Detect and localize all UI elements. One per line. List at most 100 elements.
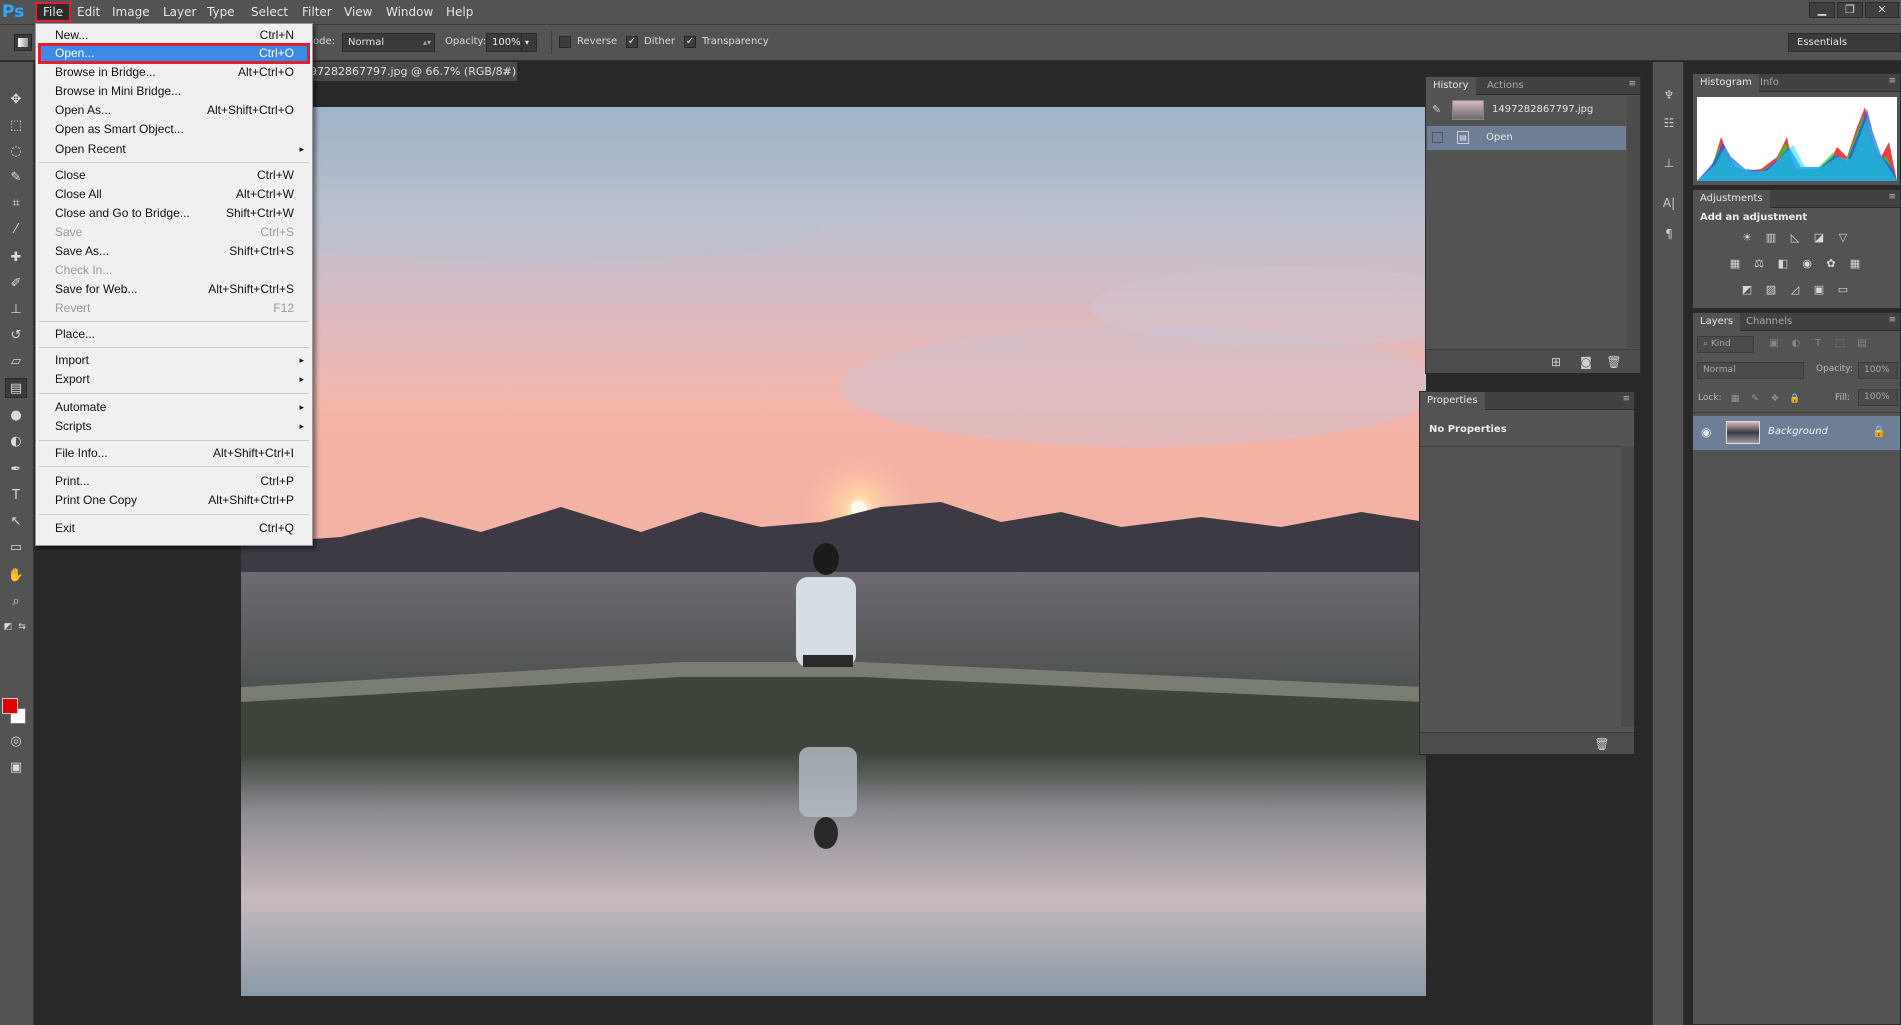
menu-filter[interactable]: Filter: [296, 2, 338, 22]
close-tab-icon[interactable]: ×: [502, 62, 511, 81]
lasso-tool-icon[interactable]: ◌: [5, 142, 27, 162]
default-colors-icon[interactable]: ◩: [2, 617, 14, 637]
selective-color-icon[interactable]: ▣: [1811, 283, 1827, 297]
swap-colors-icon[interactable]: ⇆: [16, 617, 28, 637]
menu-item-export[interactable]: Export ▸: [38, 370, 310, 389]
color-balance-icon[interactable]: ⚖: [1751, 257, 1767, 271]
dodge-tool-icon[interactable]: ◐: [5, 432, 27, 452]
menu-item-scripts[interactable]: Scripts ▸: [38, 417, 310, 436]
menu-item-place[interactable]: Place...: [38, 325, 310, 344]
warning-icon[interactable]: ⚠: [1884, 100, 1894, 113]
camera-icon[interactable]: ◙: [1578, 355, 1594, 369]
curves-icon[interactable]: ◺: [1787, 231, 1803, 245]
trash-icon[interactable]: 🗑: [1606, 355, 1622, 369]
healing-brush-tool-icon[interactable]: ✚: [5, 248, 27, 268]
menu-select[interactable]: Select: [245, 2, 294, 22]
menu-item-save-as[interactable]: Save As... Shift+Ctrl+S: [38, 242, 310, 261]
menu-item-open-recent[interactable]: Open Recent ▸: [38, 140, 310, 159]
pen-tool-icon[interactable]: ✒: [5, 460, 27, 480]
rectangle-tool-icon[interactable]: ▭: [5, 538, 27, 558]
filter-type-icon[interactable]: T: [1811, 337, 1825, 351]
panel-menu-icon[interactable]: ≡: [1888, 76, 1896, 86]
lock-position-icon[interactable]: ✥: [1769, 392, 1781, 406]
lock-pixels-icon[interactable]: ✎: [1749, 392, 1761, 406]
menu-layer[interactable]: Layer: [157, 2, 202, 22]
lock-all-icon[interactable]: 🔒: [1789, 392, 1801, 406]
hand-tool-icon[interactable]: ✋: [5, 566, 27, 586]
menu-item-close-and-go-to-bridge[interactable]: Close and Go to Bridge... Shift+Ctrl+W: [38, 204, 310, 223]
quick-selection-tool-icon[interactable]: ✎: [5, 168, 27, 188]
black-white-icon[interactable]: ◧: [1775, 257, 1791, 271]
tab-layers[interactable]: Layers: [1693, 313, 1741, 331]
clone-source-icon[interactable]: ⊥: [1661, 156, 1677, 170]
screen-mode-icon[interactable]: ▣: [5, 758, 27, 778]
channel-mixer-icon[interactable]: ✿: [1823, 257, 1839, 271]
brush-settings-icon[interactable]: ☷: [1661, 116, 1677, 130]
exposure-icon[interactable]: ◪: [1811, 231, 1827, 245]
menu-item-automate[interactable]: Automate ▸: [38, 398, 310, 417]
invert-icon[interactable]: ◩: [1739, 283, 1755, 297]
menu-item-exit[interactable]: Exit Ctrl+Q: [38, 519, 310, 538]
history-brush-source-icon[interactable]: ✎: [1432, 103, 1441, 117]
layer-name[interactable]: Background: [1768, 426, 1828, 437]
quick-mask-icon[interactable]: ◎: [5, 732, 27, 752]
marquee-tool-icon[interactable]: ⬚: [5, 116, 27, 136]
menu-item-save-for-web[interactable]: Save for Web... Alt+Shift+Ctrl+S: [38, 280, 310, 299]
menu-window[interactable]: Window: [380, 2, 439, 22]
clone-stamp-tool-icon[interactable]: ⊥: [5, 300, 27, 320]
panel-menu-icon[interactable]: ≡: [1628, 79, 1636, 89]
hue-saturation-icon[interactable]: ▦: [1727, 257, 1743, 271]
new-document-from-state-icon[interactable]: ⊞: [1548, 355, 1564, 369]
layer-opacity-field[interactable]: 100%: [1858, 362, 1898, 379]
minimize-icon[interactable]: ▁: [1809, 2, 1835, 18]
menu-item-file-info[interactable]: File Info... Alt+Shift+Ctrl+I: [38, 444, 310, 463]
blur-tool-icon[interactable]: ●: [5, 406, 27, 426]
tab-history[interactable]: History: [1426, 77, 1476, 95]
zoom-tool-icon[interactable]: ⌕: [5, 592, 27, 612]
filter-shape-icon[interactable]: ⬚: [1833, 337, 1847, 351]
menu-item-browse-in-bridge[interactable]: Browse in Bridge... Alt+Ctrl+O: [38, 63, 310, 82]
close-icon[interactable]: ✕: [1865, 2, 1899, 18]
threshold-icon[interactable]: ◿: [1787, 283, 1803, 297]
menu-item-browse-in-mini-bridge[interactable]: Browse in Mini Bridge...: [38, 82, 310, 101]
history-snapshot[interactable]: ✎ 1497282867797.jpg: [1427, 96, 1626, 124]
tab-properties[interactable]: Properties: [1420, 392, 1485, 410]
menu-item-close[interactable]: Close Ctrl+W: [38, 166, 310, 185]
filter-adjustment-icon[interactable]: ◐: [1789, 337, 1803, 351]
lock-transparent-icon[interactable]: ▦: [1729, 392, 1741, 406]
menu-item-close-all[interactable]: Close All Alt+Ctrl+W: [38, 185, 310, 204]
properties-scrollbar[interactable]: [1621, 447, 1634, 727]
menu-image[interactable]: Image: [106, 2, 156, 22]
dither-checkbox[interactable]: ✓: [626, 36, 638, 48]
tab-adjustments[interactable]: Adjustments: [1693, 190, 1770, 208]
vibrance-icon[interactable]: ▽: [1835, 231, 1851, 245]
menu-item-import[interactable]: Import ▸: [38, 351, 310, 370]
menu-item-open-as-smart-object[interactable]: Open as Smart Object...: [38, 120, 310, 139]
filter-pixel-icon[interactable]: ▣: [1767, 337, 1781, 351]
reverse-checkbox[interactable]: [559, 36, 571, 48]
image-canvas[interactable]: [241, 107, 1426, 996]
mode-select[interactable]: Normal ▴▾: [342, 33, 435, 52]
filter-smart-object-icon[interactable]: ▤: [1855, 337, 1869, 351]
tab-actions[interactable]: Actions: [1480, 77, 1531, 95]
brush-presets-icon[interactable]: ♆: [1661, 88, 1677, 102]
layer-row-background[interactable]: ◉ Background 🔒: [1693, 416, 1900, 450]
history-step[interactable]: ▤ Open: [1427, 126, 1626, 150]
path-selection-tool-icon[interactable]: ↖: [5, 512, 27, 532]
brush-tool-icon[interactable]: ✐: [5, 274, 27, 294]
menu-view[interactable]: View: [338, 2, 378, 22]
crop-tool-icon[interactable]: ⌗: [5, 194, 27, 214]
layer-filter-select[interactable]: ⌕ Kind: [1697, 336, 1754, 353]
type-tool-icon[interactable]: T: [5, 486, 27, 506]
transparency-checkbox[interactable]: ✓: [684, 36, 696, 48]
blend-mode-select[interactable]: Normal: [1697, 362, 1804, 379]
character-panel-icon[interactable]: A|: [1661, 196, 1677, 210]
panel-menu-icon[interactable]: ≡: [1622, 394, 1630, 404]
posterize-icon[interactable]: ▨: [1763, 283, 1779, 297]
tool-preset-picker[interactable]: [14, 34, 32, 51]
history-brush-checkbox[interactable]: [1432, 132, 1443, 143]
brightness-contrast-icon[interactable]: ☀: [1739, 231, 1755, 245]
eyedropper-tool-icon[interactable]: ⁄: [5, 220, 27, 240]
panel-menu-icon[interactable]: ≡: [1888, 192, 1896, 202]
eye-visibility-icon[interactable]: ◉: [1701, 425, 1711, 439]
